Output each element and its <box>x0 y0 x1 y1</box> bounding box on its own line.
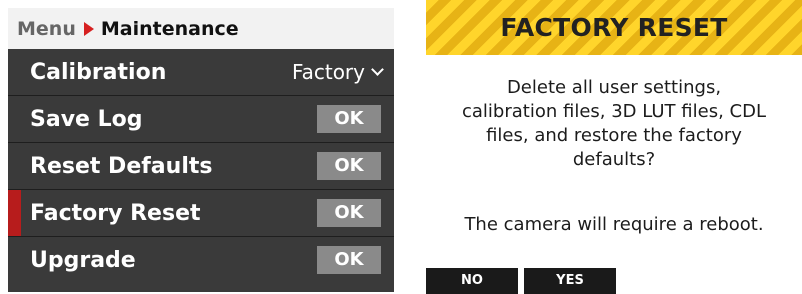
arrow-right-icon <box>83 21 94 36</box>
breadcrumb-menu-link[interactable]: Menu <box>17 18 76 40</box>
menu-item-label: Reset Defaults <box>30 154 213 179</box>
calibration-value: Factory <box>291 60 365 84</box>
breadcrumb: Menu Maintenance <box>8 8 394 49</box>
selection-indicator <box>8 190 21 236</box>
menu-item-calibration[interactable]: Calibration Factory <box>8 49 394 96</box>
no-button[interactable]: NO <box>426 268 518 294</box>
dialog-title: FACTORY RESET <box>500 13 728 42</box>
menu-item-factory-reset[interactable]: Factory Reset OK <box>8 190 394 237</box>
dialog-message: Delete all user settings, calibration fi… <box>426 76 802 172</box>
menu-item-save-log[interactable]: Save Log OK <box>8 96 394 143</box>
save-log-ok-button[interactable]: OK <box>317 105 381 133</box>
dialog-note: The camera will require a reboot. <box>464 214 764 235</box>
chevron-down-icon <box>371 63 384 76</box>
menu-item-label: Factory Reset <box>30 201 201 226</box>
yes-button[interactable]: YES <box>524 268 616 294</box>
menu-item-label: Save Log <box>30 107 143 132</box>
dialog-message-line: calibration files, 3D LUT files, CDL <box>462 101 766 122</box>
dialog-header: FACTORY RESET <box>426 0 802 55</box>
factory-reset-ok-button[interactable]: OK <box>317 199 381 227</box>
reset-defaults-ok-button[interactable]: OK <box>317 152 381 180</box>
factory-reset-dialog: FACTORY RESET Delete all user settings, … <box>426 0 802 294</box>
menu-item-reset-defaults[interactable]: Reset Defaults OK <box>8 143 394 190</box>
calibration-dropdown[interactable]: Factory <box>292 49 384 96</box>
dialog-message-line: Delete all user settings, <box>506 77 722 98</box>
menu-item-upgrade[interactable]: Upgrade OK <box>8 237 394 284</box>
menu-item-label: Calibration <box>30 60 167 85</box>
dialog-message-line: defaults? <box>572 149 656 170</box>
menu-item-label: Upgrade <box>30 248 136 273</box>
maintenance-menu: Menu Maintenance Calibration Factory Sav… <box>8 8 394 292</box>
dialog-message-line: files, and restore the factory <box>486 125 742 146</box>
upgrade-ok-button[interactable]: OK <box>317 246 381 274</box>
breadcrumb-current: Maintenance <box>100 17 239 40</box>
